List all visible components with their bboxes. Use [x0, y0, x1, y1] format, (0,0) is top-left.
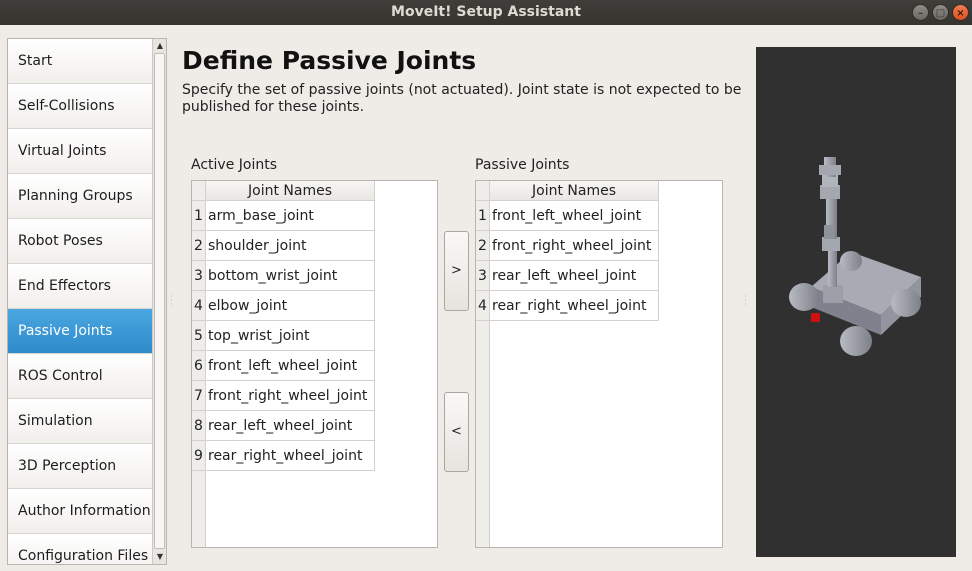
- table-row[interactable]: 7 front_right_wheel_joint: [192, 381, 375, 411]
- row-number: 8: [192, 411, 206, 441]
- sidebar-scrollbar[interactable]: ▲ ▼: [152, 39, 166, 564]
- joint-name-cell[interactable]: front_left_wheel_joint: [206, 351, 375, 381]
- table-row[interactable]: 8 rear_left_wheel_joint: [192, 411, 375, 441]
- table-corner: [192, 181, 206, 201]
- sidebar-item-passive-joints[interactable]: Passive Joints: [8, 309, 153, 354]
- joint-name-cell[interactable]: rear_left_wheel_joint: [490, 261, 659, 291]
- joint-name-cell[interactable]: top_wrist_joint: [206, 321, 375, 351]
- sidebar-item-self-collisions[interactable]: Self-Collisions: [8, 84, 153, 129]
- sidebar-item-start[interactable]: Start: [8, 39, 153, 84]
- joint-name-cell[interactable]: elbow_joint: [206, 291, 375, 321]
- sidebar-nav-list: Start Self-Collisions Virtual Joints Pla…: [8, 39, 153, 564]
- row-number: 4: [192, 291, 206, 321]
- page-title: Define Passive Joints: [182, 46, 477, 75]
- table-row[interactable]: 4 rear_right_wheel_joint: [476, 291, 659, 321]
- sidebar-item-planning-groups[interactable]: Planning Groups: [8, 174, 153, 219]
- move-to-active-button[interactable]: <: [444, 392, 469, 472]
- table-row[interactable]: 9 rear_right_wheel_joint: [192, 441, 375, 471]
- sidebar-item-simulation[interactable]: Simulation: [8, 399, 153, 444]
- row-number: 2: [476, 231, 490, 261]
- row-number: 7: [192, 381, 206, 411]
- splitter-handle-right[interactable]: · · ·: [744, 293, 747, 309]
- table-row[interactable]: 5 top_wrist_joint: [192, 321, 375, 351]
- row-number: 3: [192, 261, 206, 291]
- scroll-up-icon[interactable]: ▲: [154, 40, 166, 52]
- table-row[interactable]: 2 front_right_wheel_joint: [476, 231, 659, 261]
- table-row[interactable]: 4 elbow_joint: [192, 291, 375, 321]
- joint-name-cell[interactable]: shoulder_joint: [206, 231, 375, 261]
- row-number: 6: [192, 351, 206, 381]
- table-corner: [476, 181, 490, 201]
- minimize-button[interactable]: –: [912, 4, 929, 21]
- table-row[interactable]: 1 arm_base_joint: [192, 201, 375, 231]
- row-number: 5: [192, 321, 206, 351]
- page-description: Specify the set of passive joints (not a…: [182, 82, 742, 115]
- window-title: MoveIt! Setup Assistant: [391, 4, 581, 20]
- robot-3d-viewer[interactable]: [756, 47, 956, 557]
- joint-name-cell[interactable]: rear_right_wheel_joint: [206, 441, 375, 471]
- table-row[interactable]: 3 rear_left_wheel_joint: [476, 261, 659, 291]
- scrollbar-thumb[interactable]: [154, 53, 165, 549]
- table-row[interactable]: 3 bottom_wrist_joint: [192, 261, 375, 291]
- active-joints-table[interactable]: Joint Names 1 arm_base_joint 2 shoulder_…: [191, 180, 438, 548]
- robot-model-icon: [789, 157, 921, 356]
- maximize-button[interactable]: □: [932, 4, 949, 21]
- window-titlebar: MoveIt! Setup Assistant – □ ×: [0, 0, 972, 25]
- table-row[interactable]: 6 front_left_wheel_joint: [192, 351, 375, 381]
- joint-name-cell[interactable]: front_right_wheel_joint: [206, 381, 375, 411]
- joint-name-cell[interactable]: front_left_wheel_joint: [490, 201, 659, 231]
- scroll-down-icon[interactable]: ▼: [154, 551, 166, 563]
- sidebar-item-configuration-files[interactable]: Configuration Files: [8, 534, 153, 564]
- close-button[interactable]: ×: [952, 4, 969, 21]
- move-to-passive-button[interactable]: >: [444, 231, 469, 311]
- joint-name-cell[interactable]: rear_right_wheel_joint: [490, 291, 659, 321]
- row-number: 4: [476, 291, 490, 321]
- window-controls: – □ ×: [912, 4, 969, 21]
- row-number: 3: [476, 261, 490, 291]
- joint-name-cell[interactable]: front_right_wheel_joint: [490, 231, 659, 261]
- table-row[interactable]: 2 shoulder_joint: [192, 231, 375, 261]
- sidebar: Start Self-Collisions Virtual Joints Pla…: [7, 38, 167, 565]
- sidebar-item-end-effectors[interactable]: End Effectors: [8, 264, 153, 309]
- passive-joints-label: Passive Joints: [475, 157, 570, 173]
- joint-name-cell[interactable]: rear_left_wheel_joint: [206, 411, 375, 441]
- sidebar-item-virtual-joints[interactable]: Virtual Joints: [8, 129, 153, 174]
- splitter-handle-left[interactable]: · · ·: [170, 293, 173, 309]
- sidebar-item-robot-poses[interactable]: Robot Poses: [8, 219, 153, 264]
- joint-name-cell[interactable]: bottom_wrist_joint: [206, 261, 375, 291]
- row-number: 1: [192, 201, 206, 231]
- sidebar-item-ros-control[interactable]: ROS Control: [8, 354, 153, 399]
- row-number: 2: [192, 231, 206, 261]
- sidebar-item-3d-perception[interactable]: 3D Perception: [8, 444, 153, 489]
- row-number: 9: [192, 441, 206, 471]
- joint-name-cell[interactable]: arm_base_joint: [206, 201, 375, 231]
- table-row[interactable]: 1 front_left_wheel_joint: [476, 201, 659, 231]
- column-header-joint-names[interactable]: Joint Names: [206, 181, 375, 201]
- column-header-joint-names[interactable]: Joint Names: [490, 181, 659, 201]
- active-joints-label: Active Joints: [191, 157, 277, 173]
- row-number: 1: [476, 201, 490, 231]
- sidebar-item-author-information[interactable]: Author Information: [8, 489, 153, 534]
- passive-joints-table[interactable]: Joint Names 1 front_left_wheel_joint 2 f…: [475, 180, 723, 548]
